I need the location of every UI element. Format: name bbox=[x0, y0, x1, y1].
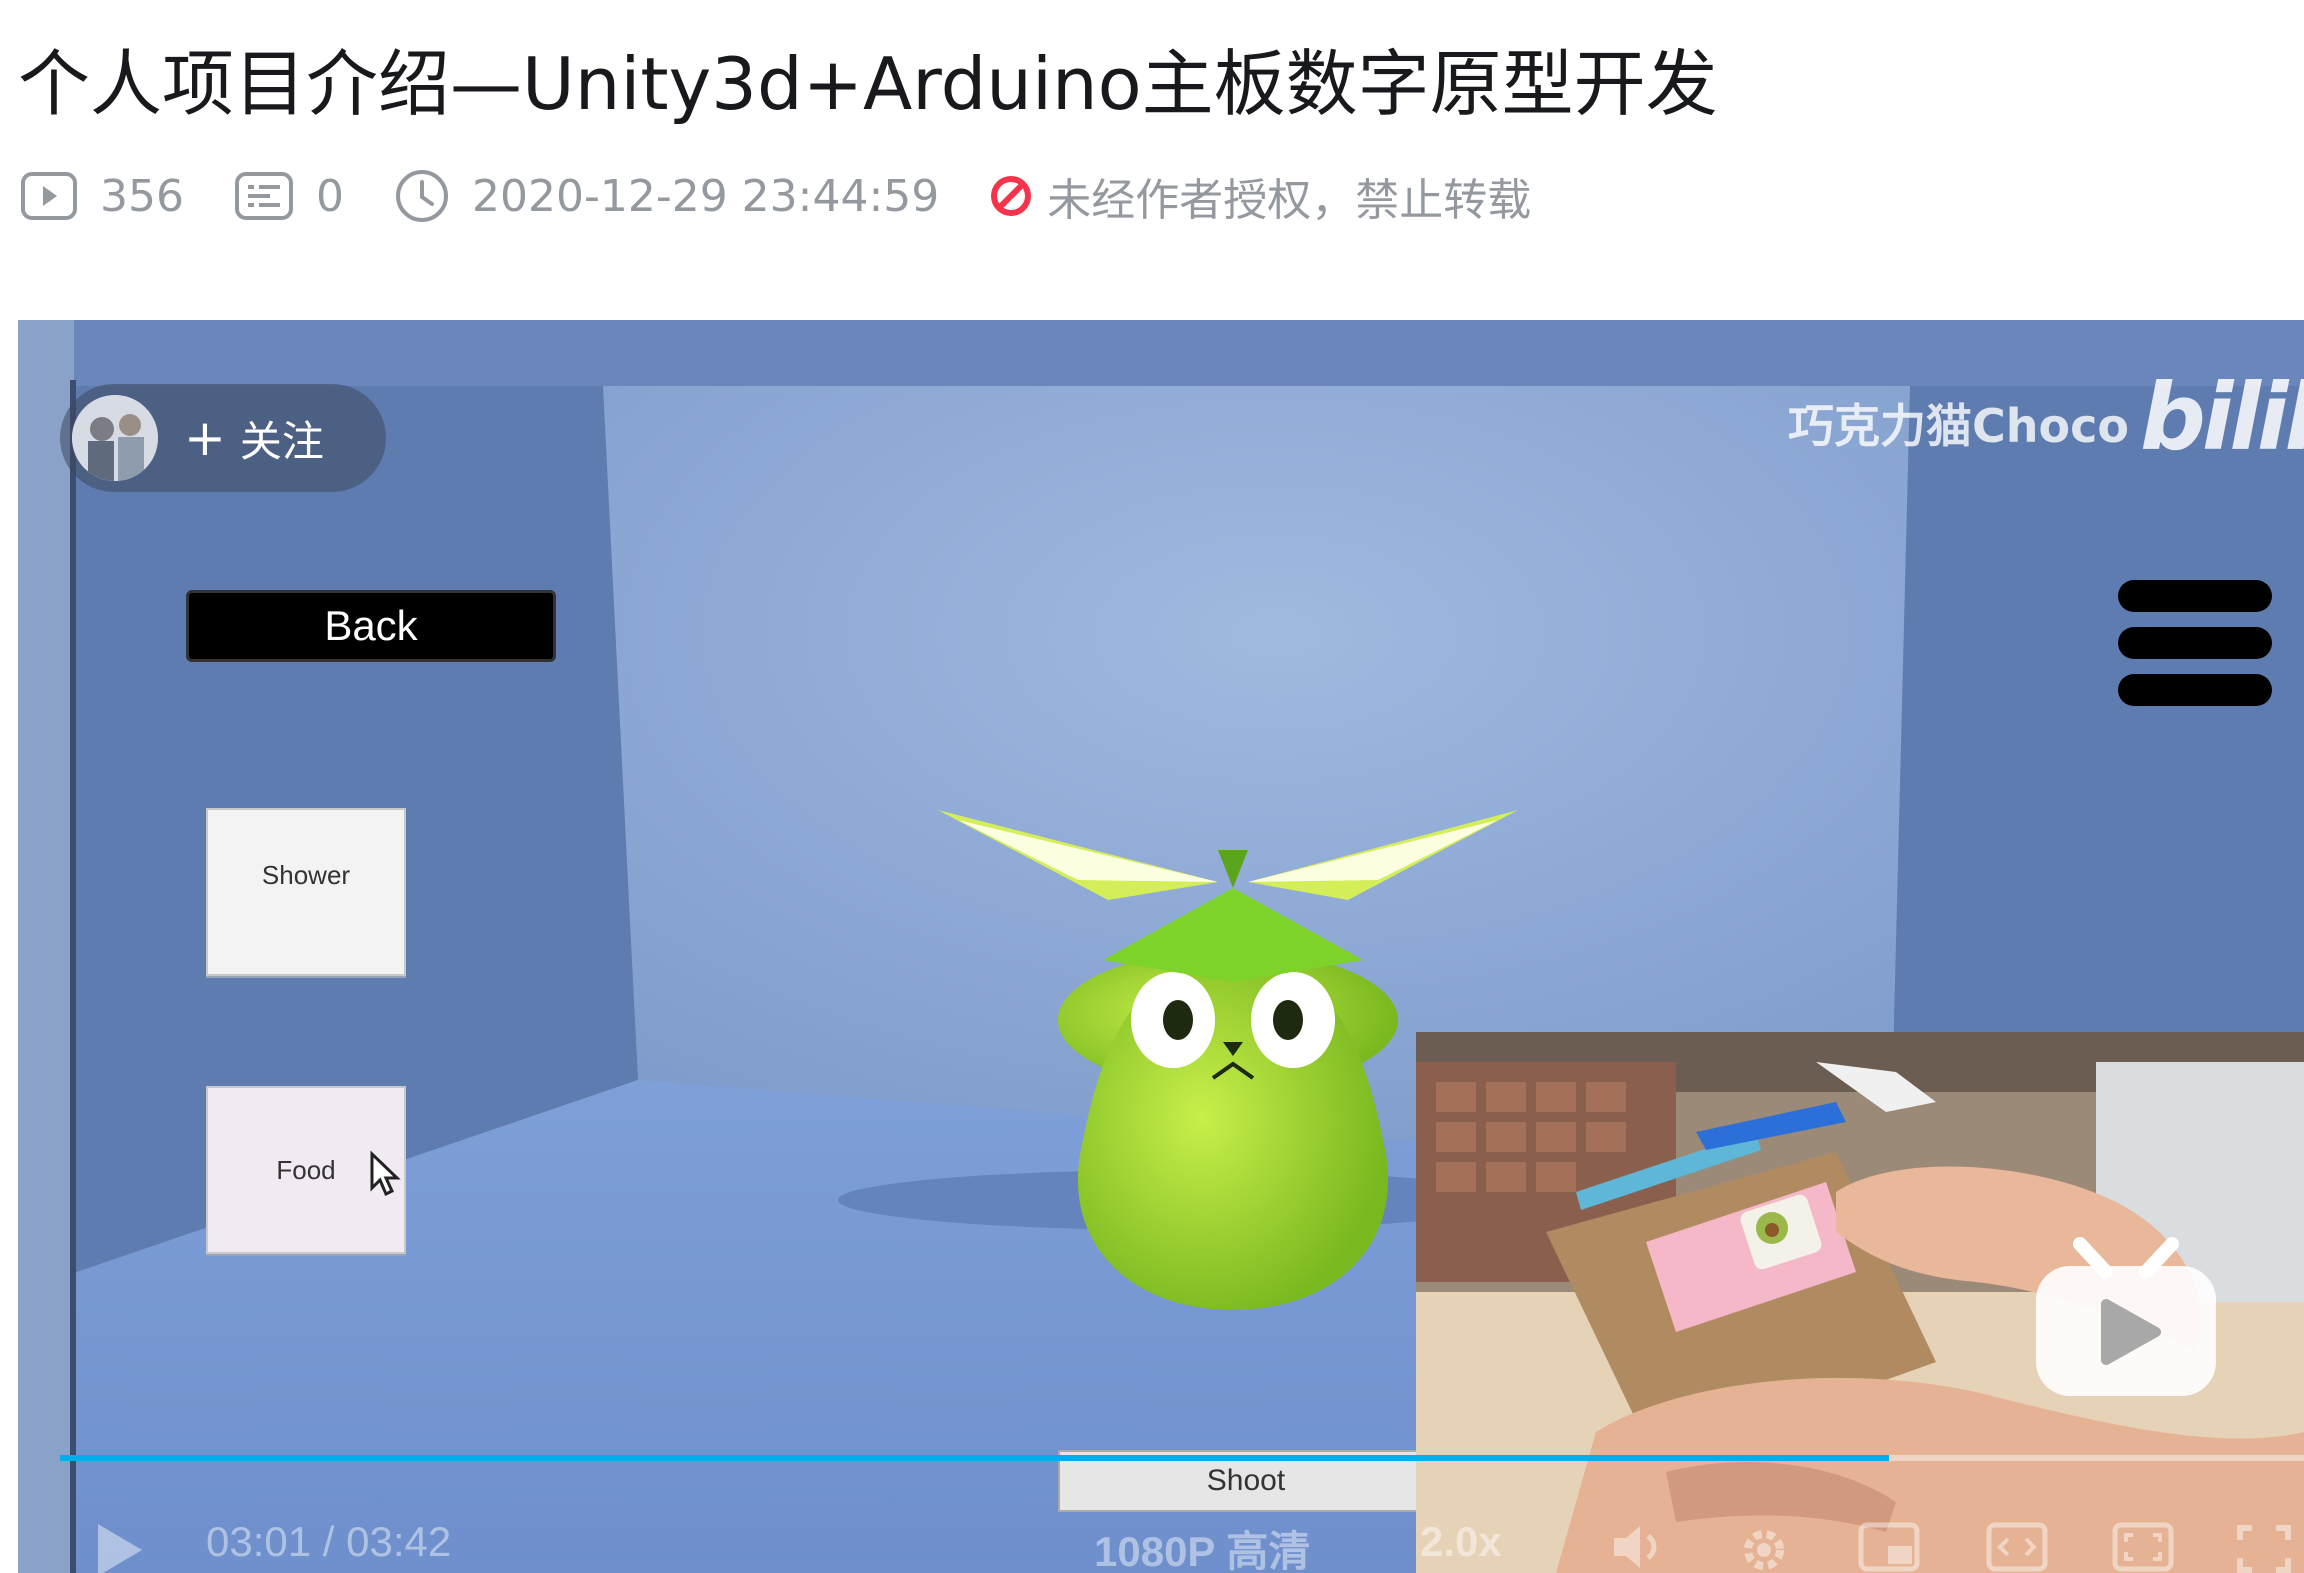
uploader-avatar[interactable] bbox=[72, 395, 158, 481]
danmaku-icon bbox=[234, 172, 293, 220]
game-menu-icon bbox=[2118, 580, 2272, 721]
game-food-button: Food bbox=[206, 1086, 406, 1254]
clock-icon bbox=[395, 170, 448, 222]
progress-bar-fill bbox=[60, 1455, 1889, 1461]
current-time: 03:01 bbox=[206, 1518, 312, 1565]
game-food-label: Food bbox=[276, 1154, 336, 1185]
page-title: 个人项目介绍—Unity3d+Arduino主板数字原型开发 bbox=[18, 42, 1718, 126]
video-player[interactable]: + 关注 巧克力猫Choco bilibili Back Shower Food… bbox=[18, 320, 2304, 1573]
quality-selector[interactable]: 1080P 高清 bbox=[1094, 1518, 1310, 1573]
volume-icon[interactable] bbox=[1610, 1522, 1666, 1572]
game-shower-button: Shower bbox=[206, 808, 406, 976]
settings-gear-icon[interactable] bbox=[1736, 1522, 1792, 1573]
playback-speed[interactable]: 2.0x bbox=[1420, 1518, 1502, 1566]
picture-in-picture-icon[interactable] bbox=[1858, 1522, 1920, 1572]
bilibili-tv-play-icon[interactable] bbox=[2028, 1220, 2224, 1400]
follow-plus-icon: + bbox=[184, 409, 226, 467]
follow-button[interactable]: + 关注 bbox=[60, 384, 386, 492]
video-stats-bar: 356 0 2020-12-29 23:44:59 未经作者授权，禁止转载 bbox=[20, 160, 1581, 232]
widescreen-icon[interactable] bbox=[1986, 1522, 2048, 1572]
web-fullscreen-icon[interactable] bbox=[2112, 1522, 2174, 1572]
forbidden-icon bbox=[991, 176, 1032, 216]
fullscreen-icon[interactable] bbox=[2234, 1522, 2294, 1573]
game-shower-label: Shower bbox=[261, 860, 351, 890]
comment-count: 0 bbox=[234, 171, 344, 222]
play-count-icon bbox=[21, 172, 77, 220]
time-display: 03:01 / 03:42 bbox=[206, 1518, 451, 1566]
follow-label: 关注 bbox=[239, 416, 324, 466]
progress-bar[interactable] bbox=[60, 1455, 2304, 1461]
time-separator: / bbox=[322, 1518, 335, 1565]
player-controls: 03:01 / 03:42 1080P 高清 2.0x bbox=[18, 1510, 2304, 1573]
uploader-watermark: 巧克力猫Choco bbox=[1788, 399, 2129, 453]
mouse-cursor-icon bbox=[370, 1150, 401, 1197]
bilibili-logo: bilibili bbox=[2140, 364, 2304, 471]
copyright-notice-text: 未经作者授权，禁止转载 bbox=[1047, 175, 1532, 226]
view-count-value: 356 bbox=[100, 170, 184, 222]
publish-time: 2020-12-29 23:44:59 bbox=[394, 168, 939, 224]
copyright-notice: 未经作者授权，禁止转载 bbox=[989, 164, 1531, 228]
duration: 03:42 bbox=[346, 1518, 452, 1565]
view-count: 356 bbox=[20, 171, 184, 222]
game-back-button: Back bbox=[186, 590, 556, 662]
comment-count-value: 0 bbox=[315, 170, 344, 222]
play-icon[interactable] bbox=[92, 1520, 148, 1573]
publish-time-value: 2020-12-29 23:44:59 bbox=[471, 170, 940, 222]
